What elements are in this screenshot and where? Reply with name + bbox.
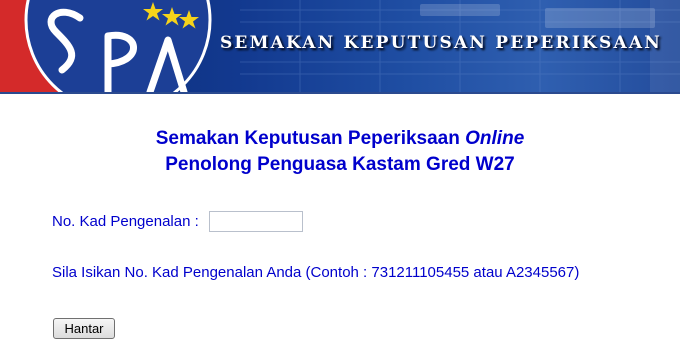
heading-line-1: Semakan Keputusan Peperiksaan Online — [0, 126, 680, 152]
banner-title: SEMAKAN KEPUTUSAN PEPERIKSAAN — [219, 33, 662, 53]
ic-number-row: No. Kad Pengenalan : — [52, 210, 303, 232]
ic-number-label: No. Kad Pengenalan : — [52, 212, 199, 230]
submit-button[interactable]: Hantar — [53, 318, 115, 339]
spa-logo — [0, 0, 212, 92]
ic-number-input[interactable] — [208, 210, 303, 232]
banner-divider — [0, 92, 680, 94]
heading-line-2: Penolong Penguasa Kastam Gred W27 — [165, 154, 515, 175]
page-heading: Semakan Keputusan Peperiksaan Online Pen… — [0, 126, 680, 178]
ic-hint-text: Sila Isikan No. Kad Pengenalan Anda (Con… — [52, 264, 580, 281]
header-banner: SEMAKAN KEPUTUSAN PEPERIKSAAN — [0, 0, 680, 92]
heading-online: Online — [465, 128, 525, 149]
heading-prefix: Semakan Keputusan Peperiksaan — [155, 128, 466, 149]
